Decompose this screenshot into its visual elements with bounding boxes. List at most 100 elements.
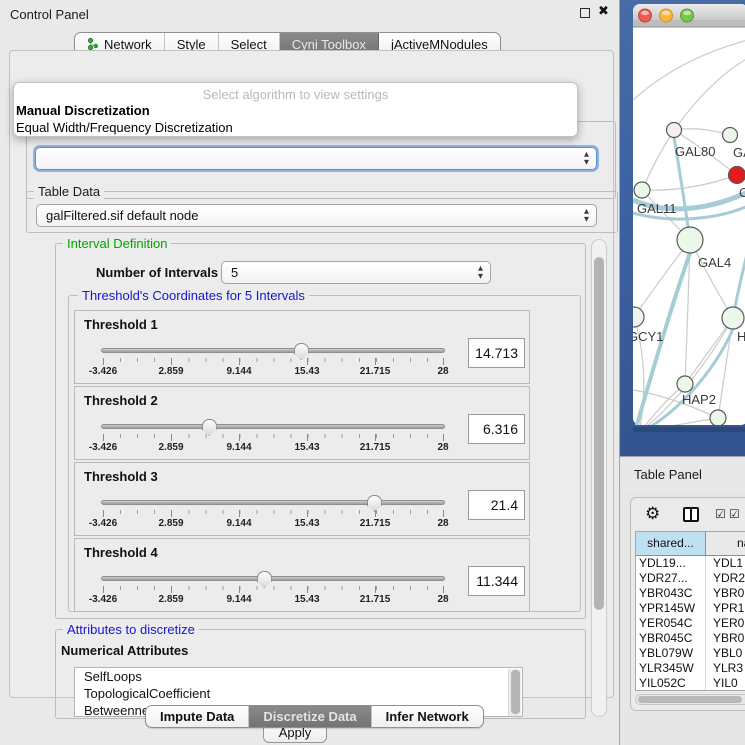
close-icon[interactable]: ✖ (598, 4, 609, 19)
tick-label: 9.144 (226, 518, 251, 529)
tick-label: 2.859 (158, 518, 183, 529)
table-row[interactable]: YBR045CYBR0 (636, 631, 745, 646)
list-item[interactable]: TopologicalCoefficient (75, 685, 522, 702)
table-row[interactable]: YIL052CYIL0 (636, 676, 745, 691)
threshold-4-label: Threshold 4 (84, 545, 158, 560)
node-table[interactable]: shared... na YDL19...YDL1 YDR27...YDR2 Y… (635, 531, 745, 691)
table-horizontal-scrollbar[interactable] (635, 694, 745, 705)
table-row[interactable]: YDR27...YDR2 (636, 571, 745, 586)
float-window-icon[interactable] (580, 8, 590, 18)
cell[interactable]: YBR0 (706, 586, 745, 601)
threshold-1-label: Threshold 1 (84, 317, 158, 332)
number-of-intervals-value: 5 (231, 265, 238, 280)
node-label: HAP2 (682, 392, 716, 407)
threshold-3-panel: Threshold 3 -3.426 2.859 9.144 15.43 21.… (74, 462, 530, 536)
cell[interactable]: YBR0 (706, 631, 745, 646)
node-h[interactable] (722, 307, 744, 329)
cell[interactable]: YIL0 (706, 676, 745, 691)
threshold-3-value-field[interactable]: 21.4 (468, 490, 525, 520)
tick-label: 21.715 (360, 518, 391, 529)
list-scrollbar[interactable] (508, 669, 521, 716)
split-columns-icon[interactable] (683, 507, 699, 522)
table-panel-title: Table Panel (634, 467, 702, 482)
checkbox-icon[interactable]: ☑ (715, 507, 726, 521)
cell[interactable]: YPR145W (636, 601, 706, 616)
node-red[interactable] (729, 167, 745, 184)
tick-label: -3.426 (89, 442, 117, 453)
threshold-1-value-field[interactable]: 14.713 (468, 338, 525, 368)
cell[interactable]: YER054C (636, 616, 706, 631)
table-row[interactable]: YBR043CYBR0 (636, 586, 745, 601)
checkbox-icon[interactable]: ☑ (729, 507, 740, 521)
cell[interactable]: YPR1 (706, 601, 745, 616)
table-data-combobox[interactable]: galFiltered.sif default node ▲▼ (36, 204, 597, 227)
thresholds-group-label: Threshold's Coordinates for 5 Intervals (78, 288, 309, 303)
slider-major-ticks (103, 586, 444, 593)
node-gal80[interactable] (667, 123, 682, 138)
threshold-4-value-field[interactable]: 11.344 (468, 566, 525, 596)
threshold-4-slider-track[interactable] (101, 576, 445, 581)
list-item[interactable]: SelfLoops (75, 668, 522, 685)
threshold-1-slider-track[interactable] (101, 348, 445, 353)
cell[interactable]: YBL0 (706, 646, 745, 661)
list-scrollbar-thumb[interactable] (511, 670, 520, 714)
threshold-3-slider-track[interactable] (101, 500, 445, 505)
node-bottom[interactable] (710, 410, 726, 426)
table-row[interactable]: YLR345WYLR3 (636, 661, 745, 676)
cell[interactable]: YDR27... (636, 571, 706, 586)
slider-major-ticks (103, 434, 444, 441)
tab-impute-data[interactable]: Impute Data (146, 706, 249, 727)
tab-discretize-data[interactable]: Discretize Data (249, 706, 371, 727)
cell[interactable]: YBR045C (636, 631, 706, 646)
table-row[interactable]: YDL19...YDL1 (636, 556, 745, 571)
node-label: GAL11 (637, 201, 677, 216)
cell[interactable]: YDL19... (636, 556, 706, 571)
tab-infer-network[interactable]: Infer Network (372, 706, 483, 727)
node-gal11[interactable] (634, 182, 650, 198)
cyni-content-box: Discretization Algorithm ▲▼ Table Data g… (9, 50, 614, 698)
table-data-label: Table Data (34, 184, 104, 199)
node-label: C (739, 185, 745, 200)
interval-definition-group: Interval Definition Number of Intervals … (55, 243, 586, 619)
cell[interactable]: YDR2 (706, 571, 745, 586)
column-header-name[interactable]: na (706, 532, 745, 555)
table-horizontal-scrollbar-thumb[interactable] (638, 696, 742, 703)
algorithm-option-equal-width[interactable]: Equal Width/Frequency Discretization (14, 119, 577, 136)
panel-title: Control Panel (10, 7, 89, 22)
table-row[interactable]: YBL079WYBL0 (636, 646, 745, 661)
cell[interactable]: YDL1 (706, 556, 745, 571)
right-region: GAL80 GA GAL11 GAL4 GCY1 H HAP2 C Table … (620, 0, 745, 745)
node-ga[interactable] (723, 128, 738, 143)
attributes-group-label: Attributes to discretize (63, 622, 199, 637)
cell[interactable]: YLR3 (706, 661, 745, 676)
cell[interactable]: YBL079W (636, 646, 706, 661)
table-row[interactable]: YPR145WYPR1 (636, 601, 745, 616)
slider-major-ticks (103, 358, 444, 365)
node-gcy1[interactable] (624, 307, 644, 327)
threshold-2-panel: Threshold 2 -3.426 2.859 9.144 15.43 21.… (74, 386, 530, 460)
threshold-2-value-field[interactable]: 6.316 (468, 414, 525, 444)
tick-label: 28 (437, 518, 448, 529)
tick-label: 15.43 (294, 366, 319, 377)
thresholds-group: Threshold's Coordinates for 5 Intervals … (68, 295, 581, 612)
node-hap2[interactable] (677, 376, 693, 392)
number-of-intervals-combobox[interactable]: 5 ▲▼ (221, 261, 491, 284)
cell[interactable]: YLR345W (636, 661, 706, 676)
main-scrollbar[interactable] (591, 239, 607, 717)
algorithm-option-manual[interactable]: Manual Discretization (14, 102, 577, 119)
cell[interactable]: YBR043C (636, 586, 706, 601)
table-row[interactable]: YER054CYER0 (636, 616, 745, 631)
node-gal4[interactable] (677, 227, 703, 253)
algorithm-combobox[interactable]: ▲▼ (35, 147, 597, 170)
network-view-window[interactable]: GAL80 GA GAL11 GAL4 GCY1 H HAP2 C (620, 0, 745, 456)
slider-tick-labels: -3.426 2.859 9.144 15.43 21.715 28 (103, 518, 443, 530)
gear-icon[interactable]: ⚙ (645, 504, 660, 524)
network-icon (87, 37, 99, 51)
threshold-2-slider-track[interactable] (101, 424, 445, 429)
cell[interactable]: YIL052C (636, 676, 706, 691)
bottom-tab-bar: Impute Data Discretize Data Infer Networ… (145, 705, 484, 728)
column-header-shared-name[interactable]: shared... (636, 532, 706, 555)
cell[interactable]: YER0 (706, 616, 745, 631)
slider-tick-labels: -3.426 2.859 9.144 15.43 21.715 28 (103, 366, 443, 378)
main-scrollbar-thumb[interactable] (594, 257, 604, 610)
